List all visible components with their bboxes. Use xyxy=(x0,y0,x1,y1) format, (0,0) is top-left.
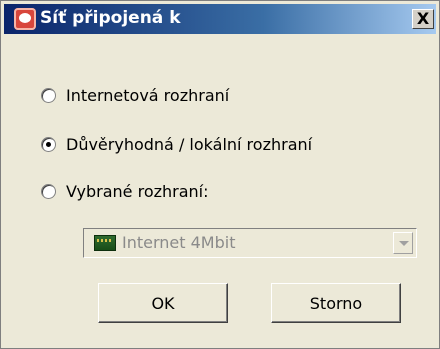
close-button[interactable]: X xyxy=(412,9,434,29)
window-title: Síť připojená k xyxy=(40,8,181,28)
option-label: Důvěryhodná / lokální rozhraní xyxy=(66,134,313,154)
app-icon xyxy=(14,8,36,30)
title-bar[interactable]: Síť připojená k X xyxy=(4,4,436,34)
option-label: Vybrané rozhraní: xyxy=(66,181,209,201)
interface-select-value: Internet 4Mbit xyxy=(122,233,236,252)
radio-trusted-local-interfaces[interactable] xyxy=(41,136,56,152)
chevron-down-icon[interactable] xyxy=(393,232,413,254)
option-selected-interface[interactable]: Vybrané rozhraní: xyxy=(41,179,209,203)
network-card-icon xyxy=(94,235,116,251)
interface-select[interactable]: Internet 4Mbit xyxy=(83,228,417,258)
ok-button[interactable]: OK xyxy=(98,283,228,323)
option-internet-interfaces[interactable]: Internetová rozhraní xyxy=(41,83,229,107)
option-trusted-local-interfaces[interactable]: Důvěryhodná / lokální rozhraní xyxy=(41,132,312,156)
radio-internet-interfaces[interactable] xyxy=(41,87,56,103)
option-label: Internetová rozhraní xyxy=(66,85,230,105)
cancel-button[interactable]: Storno xyxy=(271,283,401,323)
dialog-window: Síť připojená k X Internetová rozhraní D… xyxy=(0,0,440,349)
radio-selected-interface[interactable] xyxy=(41,183,56,199)
